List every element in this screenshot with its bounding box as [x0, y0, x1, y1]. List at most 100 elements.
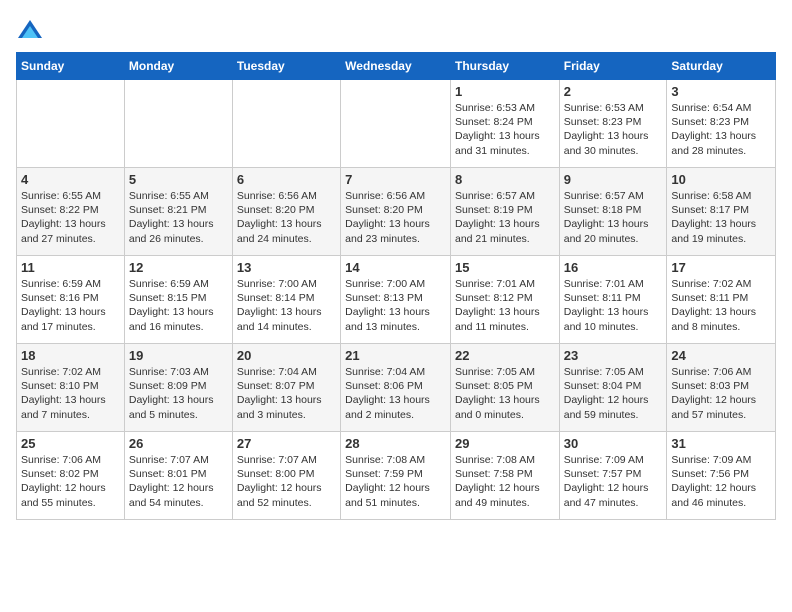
- day-number: 18: [21, 348, 120, 363]
- day-info: Sunrise: 7:03 AM Sunset: 8:09 PM Dayligh…: [129, 365, 228, 422]
- day-number: 10: [671, 172, 771, 187]
- day-number: 21: [345, 348, 446, 363]
- day-info: Sunrise: 6:59 AM Sunset: 8:15 PM Dayligh…: [129, 277, 228, 334]
- day-info: Sunrise: 6:55 AM Sunset: 8:21 PM Dayligh…: [129, 189, 228, 246]
- calendar-day-cell: 26Sunrise: 7:07 AM Sunset: 8:01 PM Dayli…: [124, 432, 232, 520]
- day-number: 7: [345, 172, 446, 187]
- day-info: Sunrise: 6:53 AM Sunset: 8:24 PM Dayligh…: [455, 101, 555, 158]
- day-number: 9: [564, 172, 663, 187]
- day-number: 20: [237, 348, 336, 363]
- day-info: Sunrise: 6:53 AM Sunset: 8:23 PM Dayligh…: [564, 101, 663, 158]
- logo: [16, 16, 48, 44]
- day-info: Sunrise: 6:54 AM Sunset: 8:23 PM Dayligh…: [671, 101, 771, 158]
- calendar-day-cell: 29Sunrise: 7:08 AM Sunset: 7:58 PM Dayli…: [450, 432, 559, 520]
- day-info: Sunrise: 7:00 AM Sunset: 8:14 PM Dayligh…: [237, 277, 336, 334]
- day-number: 12: [129, 260, 228, 275]
- day-number: 6: [237, 172, 336, 187]
- day-info: Sunrise: 7:07 AM Sunset: 8:00 PM Dayligh…: [237, 453, 336, 510]
- calendar-day-cell: 2 Sunrise: 6:53 AM Sunset: 8:23 PM Daylig…: [559, 80, 667, 168]
- calendar-day-cell: 17 Sunrise: 7:02 AM Sunset: 8:11 PM Dayli…: [667, 256, 776, 344]
- day-info: Sunrise: 7:09 AM Sunset: 7:57 PM Dayligh…: [564, 453, 663, 510]
- day-info: Sunrise: 7:08 AM Sunset: 7:59 PM Dayligh…: [345, 453, 446, 510]
- day-info: Sunrise: 7:06 AM Sunset: 8:03 PM Dayligh…: [671, 365, 771, 422]
- calendar-day-cell: [232, 80, 340, 168]
- calendar-day-cell: 30 Sunrise: 7:09 AM Sunset: 7:57 PM Dayli…: [559, 432, 667, 520]
- calendar-day-cell: [17, 80, 125, 168]
- day-number: 15: [455, 260, 555, 275]
- logo-icon: [16, 16, 44, 44]
- day-info: Sunrise: 6:56 AM Sunset: 8:20 PM Dayligh…: [237, 189, 336, 246]
- day-info: Sunrise: 6:55 AM Sunset: 8:22 PM Dayligh…: [21, 189, 120, 246]
- day-info: Sunrise: 7:09 AM Sunset: 7:56 PM Dayligh…: [671, 453, 771, 510]
- calendar-day-cell: 13 Sunrise: 7:00 AM Sunset: 8:14 PM Dayli…: [232, 256, 340, 344]
- calendar-day-cell: 25Sunrise: 7:06 AM Sunset: 8:02 PM Dayli…: [17, 432, 125, 520]
- day-number: 3: [671, 84, 771, 99]
- day-number: 25: [21, 436, 120, 451]
- day-number: 27: [237, 436, 336, 451]
- calendar-day-cell: 21 Sunrise: 7:04 AM Sunset: 8:06 PM Dayli…: [341, 344, 451, 432]
- weekday-header-thursday: Thursday: [450, 53, 559, 80]
- weekday-header-sunday: Sunday: [17, 53, 125, 80]
- day-info: Sunrise: 7:02 AM Sunset: 8:11 PM Dayligh…: [671, 277, 771, 334]
- day-number: 2: [564, 84, 663, 99]
- weekday-header-tuesday: Tuesday: [232, 53, 340, 80]
- day-number: 31: [671, 436, 771, 451]
- calendar-day-cell: 1 Sunrise: 6:53 AM Sunset: 8:24 PM Daylig…: [450, 80, 559, 168]
- calendar-day-cell: 6 Sunrise: 6:56 AM Sunset: 8:20 PM Daylig…: [232, 168, 340, 256]
- day-info: Sunrise: 7:05 AM Sunset: 8:04 PM Dayligh…: [564, 365, 663, 422]
- calendar-day-cell: 23Sunrise: 7:05 AM Sunset: 8:04 PM Dayli…: [559, 344, 667, 432]
- weekday-header-monday: Monday: [124, 53, 232, 80]
- day-number: 13: [237, 260, 336, 275]
- calendar-day-cell: 16 Sunrise: 7:01 AM Sunset: 8:11 PM Dayli…: [559, 256, 667, 344]
- calendar-day-cell: 8Sunrise: 6:57 AM Sunset: 8:19 PM Daylig…: [450, 168, 559, 256]
- day-info: Sunrise: 6:58 AM Sunset: 8:17 PM Dayligh…: [671, 189, 771, 246]
- calendar-week-row: 18 Sunrise: 7:02 AM Sunset: 8:10 PM Dayli…: [17, 344, 776, 432]
- calendar-week-row: 4Sunrise: 6:55 AM Sunset: 8:22 PM Daylig…: [17, 168, 776, 256]
- page-header: [16, 16, 776, 44]
- calendar-table: SundayMondayTuesdayWednesdayThursdayFrid…: [16, 52, 776, 520]
- calendar-week-row: 11 Sunrise: 6:59 AM Sunset: 8:16 PM Dayli…: [17, 256, 776, 344]
- day-number: 24: [671, 348, 771, 363]
- weekday-header-row: SundayMondayTuesdayWednesdayThursdayFrid…: [17, 53, 776, 80]
- day-number: 22: [455, 348, 555, 363]
- calendar-day-cell: 20 Sunrise: 7:04 AM Sunset: 8:07 PM Dayli…: [232, 344, 340, 432]
- calendar-day-cell: 28Sunrise: 7:08 AM Sunset: 7:59 PM Dayli…: [341, 432, 451, 520]
- day-number: 29: [455, 436, 555, 451]
- calendar-week-row: 1 Sunrise: 6:53 AM Sunset: 8:24 PM Daylig…: [17, 80, 776, 168]
- calendar-day-cell: 22 Sunrise: 7:05 AM Sunset: 8:05 PM Dayli…: [450, 344, 559, 432]
- calendar-week-row: 25Sunrise: 7:06 AM Sunset: 8:02 PM Dayli…: [17, 432, 776, 520]
- day-number: 1: [455, 84, 555, 99]
- calendar-day-cell: 18 Sunrise: 7:02 AM Sunset: 8:10 PM Dayli…: [17, 344, 125, 432]
- calendar-day-cell: 12 Sunrise: 6:59 AM Sunset: 8:15 PM Dayli…: [124, 256, 232, 344]
- weekday-header-friday: Friday: [559, 53, 667, 80]
- calendar-day-cell: 14 Sunrise: 7:00 AM Sunset: 8:13 PM Dayli…: [341, 256, 451, 344]
- day-info: Sunrise: 6:59 AM Sunset: 8:16 PM Dayligh…: [21, 277, 120, 334]
- day-info: Sunrise: 7:02 AM Sunset: 8:10 PM Dayligh…: [21, 365, 120, 422]
- day-number: 30: [564, 436, 663, 451]
- calendar-day-cell: [341, 80, 451, 168]
- calendar-day-cell: [124, 80, 232, 168]
- day-info: Sunrise: 7:01 AM Sunset: 8:12 PM Dayligh…: [455, 277, 555, 334]
- calendar-day-cell: 3 Sunrise: 6:54 AM Sunset: 8:23 PM Daylig…: [667, 80, 776, 168]
- calendar-day-cell: 11 Sunrise: 6:59 AM Sunset: 8:16 PM Dayli…: [17, 256, 125, 344]
- calendar-day-cell: 19 Sunrise: 7:03 AM Sunset: 8:09 PM Dayli…: [124, 344, 232, 432]
- day-info: Sunrise: 7:04 AM Sunset: 8:07 PM Dayligh…: [237, 365, 336, 422]
- day-number: 14: [345, 260, 446, 275]
- day-info: Sunrise: 7:01 AM Sunset: 8:11 PM Dayligh…: [564, 277, 663, 334]
- day-info: Sunrise: 7:04 AM Sunset: 8:06 PM Dayligh…: [345, 365, 446, 422]
- calendar-day-cell: 10 Sunrise: 6:58 AM Sunset: 8:17 PM Dayli…: [667, 168, 776, 256]
- day-number: 17: [671, 260, 771, 275]
- day-number: 19: [129, 348, 228, 363]
- day-info: Sunrise: 6:56 AM Sunset: 8:20 PM Dayligh…: [345, 189, 446, 246]
- calendar-day-cell: 24 Sunrise: 7:06 AM Sunset: 8:03 PM Dayli…: [667, 344, 776, 432]
- day-info: Sunrise: 7:00 AM Sunset: 8:13 PM Dayligh…: [345, 277, 446, 334]
- day-info: Sunrise: 6:57 AM Sunset: 8:18 PM Dayligh…: [564, 189, 663, 246]
- calendar-day-cell: 15 Sunrise: 7:01 AM Sunset: 8:12 PM Dayli…: [450, 256, 559, 344]
- weekday-header-saturday: Saturday: [667, 53, 776, 80]
- calendar-day-cell: 5Sunrise: 6:55 AM Sunset: 8:21 PM Daylig…: [124, 168, 232, 256]
- day-info: Sunrise: 7:05 AM Sunset: 8:05 PM Dayligh…: [455, 365, 555, 422]
- day-number: 16: [564, 260, 663, 275]
- day-number: 11: [21, 260, 120, 275]
- calendar-day-cell: 4Sunrise: 6:55 AM Sunset: 8:22 PM Daylig…: [17, 168, 125, 256]
- day-info: Sunrise: 7:07 AM Sunset: 8:01 PM Dayligh…: [129, 453, 228, 510]
